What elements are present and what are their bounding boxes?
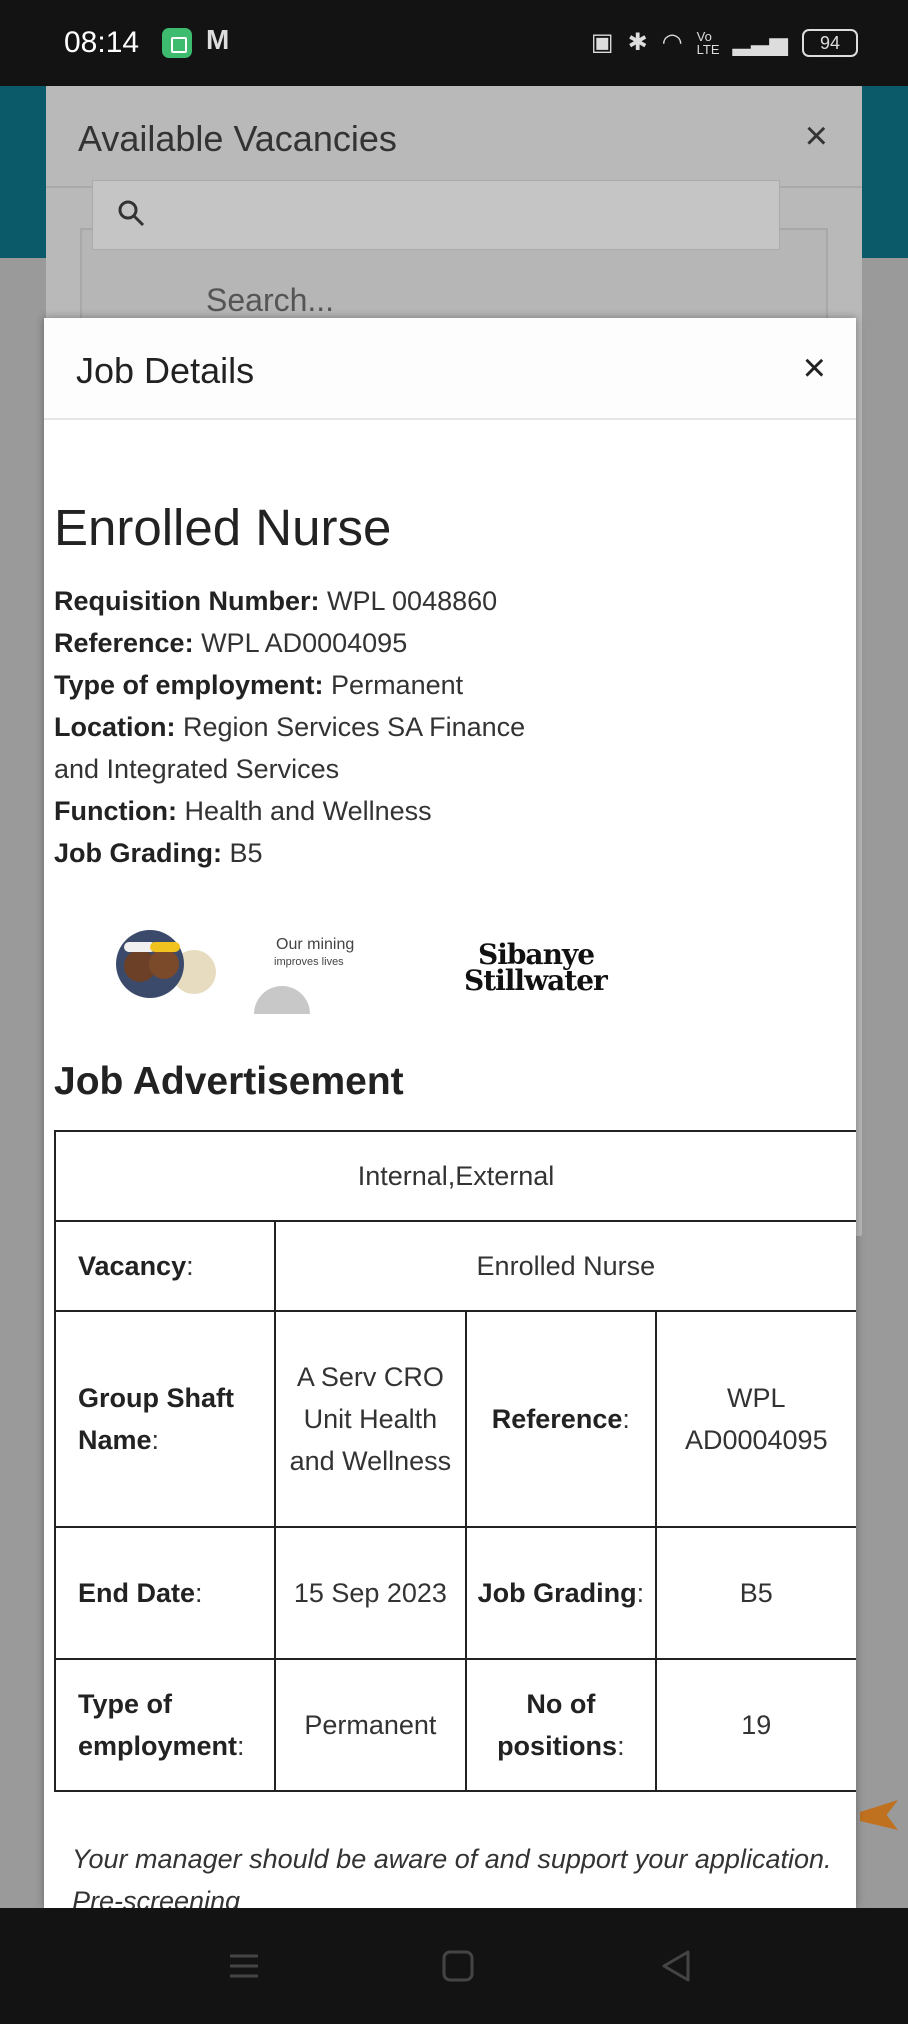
application-note: Your manager should be aware of and supp… [72,1844,832,1908]
summary-value: Permanent [331,670,464,700]
group-shaft-label: Group Shaft Name [78,1383,234,1455]
back-icon[interactable] [656,1946,696,1986]
ad-scope: Internal,External [54,1130,856,1222]
job-title: Enrolled Nurse [54,499,392,556]
search-icon [118,200,145,227]
end-date-value: 15 Sep 2023 [273,1526,468,1660]
end-date-label-cell: End Date: [54,1526,276,1660]
logo-banner: Our mining improves lives Sibanye Stillw… [54,918,854,1028]
summary-reference: Reference: WPL AD0004095 [54,622,854,664]
summary-employment-type: Type of employment: Permanent [54,664,854,706]
positions-label: No of positions [497,1689,618,1761]
job-details-dialog: Job Details × Enrolled Nurse Requisition… [44,318,856,1908]
group-shaft-value: A Serv CRO Unit Health and Wellness [273,1310,468,1528]
summary-label: Requisition Number: [54,586,320,616]
background-header-right [862,86,908,258]
positions-value: 19 [654,1658,856,1792]
end-date-label: End Date [78,1578,196,1608]
job-details-close-button[interactable]: × [803,346,826,391]
background-accent-shape [860,1800,898,1830]
vacancy-value: Enrolled Nurse [273,1220,856,1312]
job-grading-value: B5 [654,1526,856,1660]
table-row: Internal,External [54,1130,856,1222]
background-header-left [0,86,46,258]
job-grading-label-cell: Job Grading: [465,1526,657,1660]
signal-icon: ▂▃▅ [732,29,788,56]
summary-value: Health and Wellness [184,796,432,826]
navigation-bar [0,1908,908,2024]
job-advertisement-heading: Job Advertisement [54,1060,404,1103]
positions-label-cell: No of positions: [465,1658,657,1792]
summary-value: B5 [229,838,263,868]
wifi-icon: ◠ [661,29,683,56]
search-placeholder: Search... [206,282,335,318]
summary-job-grading: Job Grading: B5 [54,832,854,874]
summary-label: Reference: [54,628,194,658]
job-advertisement-table: Internal,External Vacancy: Enrolled Nurs… [54,1130,856,1792]
vacancies-dialog-title: Available Vacancies [78,118,397,159]
workers-photo-icon [116,930,216,998]
menu-icon[interactable] [224,1946,264,1986]
status-bar: 08:14 M ▣ ✱ ◠ Vo LTE ▂▃▅ 94 [0,0,908,86]
reference-label: Reference [491,1404,623,1434]
table-row: End Date: 15 Sep 2023 Job Grading: B5 [54,1526,856,1660]
employment-label-cell: Type of employment: [54,1658,276,1792]
summary-location: Location: Region Services SA Finance and… [54,706,574,790]
vacancies-close-button[interactable]: × [805,114,828,159]
brand-line2: Stillwater [464,964,608,997]
summary-label: Job Grading: [54,838,222,868]
summary-label: Function: [54,796,177,826]
app-notification-icon [162,28,192,58]
job-grading-label: Job Grading [477,1578,637,1608]
slogan-arc [254,986,310,1014]
table-row: Type of employment: Permanent No of posi… [54,1658,856,1792]
vacancy-label: Vacancy [78,1251,187,1281]
vacancies-search-input[interactable] [92,180,780,250]
status-icons: ▣ ✱ ◠ Vo LTE ▂▃▅ 94 [591,28,858,57]
table-row: Vacancy: Enrolled Nurse [54,1220,856,1312]
summary-label: Type of employment: [54,670,324,700]
summary-function: Function: Health and Wellness [54,790,854,832]
slogan-line2: improves lives [274,956,344,968]
table-row: Group Shaft Name: A Serv CRO Unit Health… [54,1310,856,1528]
group-shaft-label-cell: Group Shaft Name: [54,1310,276,1528]
employment-value: Permanent [273,1658,468,1792]
summary-label: Location: [54,712,176,742]
summary-value: WPL 0048860 [327,586,498,616]
home-icon[interactable] [438,1946,478,1986]
battery-indicator: 94 [802,28,858,57]
slogan-logo: Our mining improves lives [254,924,384,1014]
slogan-line1: Our mining [276,936,355,953]
reference-label-cell: Reference: [465,1310,657,1528]
job-details-header: Job Details × [44,318,856,420]
nfc-icon: ▣ [590,29,614,56]
vacancy-label-cell: Vacancy: [54,1220,276,1312]
sibanye-stillwater-logo: Sibanye Stillwater [464,934,614,1004]
bluetooth-icon: ✱ [627,29,648,56]
gmail-icon: M [206,24,230,55]
volte-label: Vo LTE [696,28,720,57]
reference-value: WPL AD0004095 [654,1310,856,1528]
job-summary: Requisition Number: WPL 0048860 Referenc… [54,580,854,874]
summary-requisition: Requisition Number: WPL 0048860 [54,580,854,622]
status-time: 08:14 [64,26,140,59]
summary-value: WPL AD0004095 [201,628,408,658]
job-details-title: Job Details [76,350,255,391]
employment-label: Type of employment [78,1689,238,1761]
